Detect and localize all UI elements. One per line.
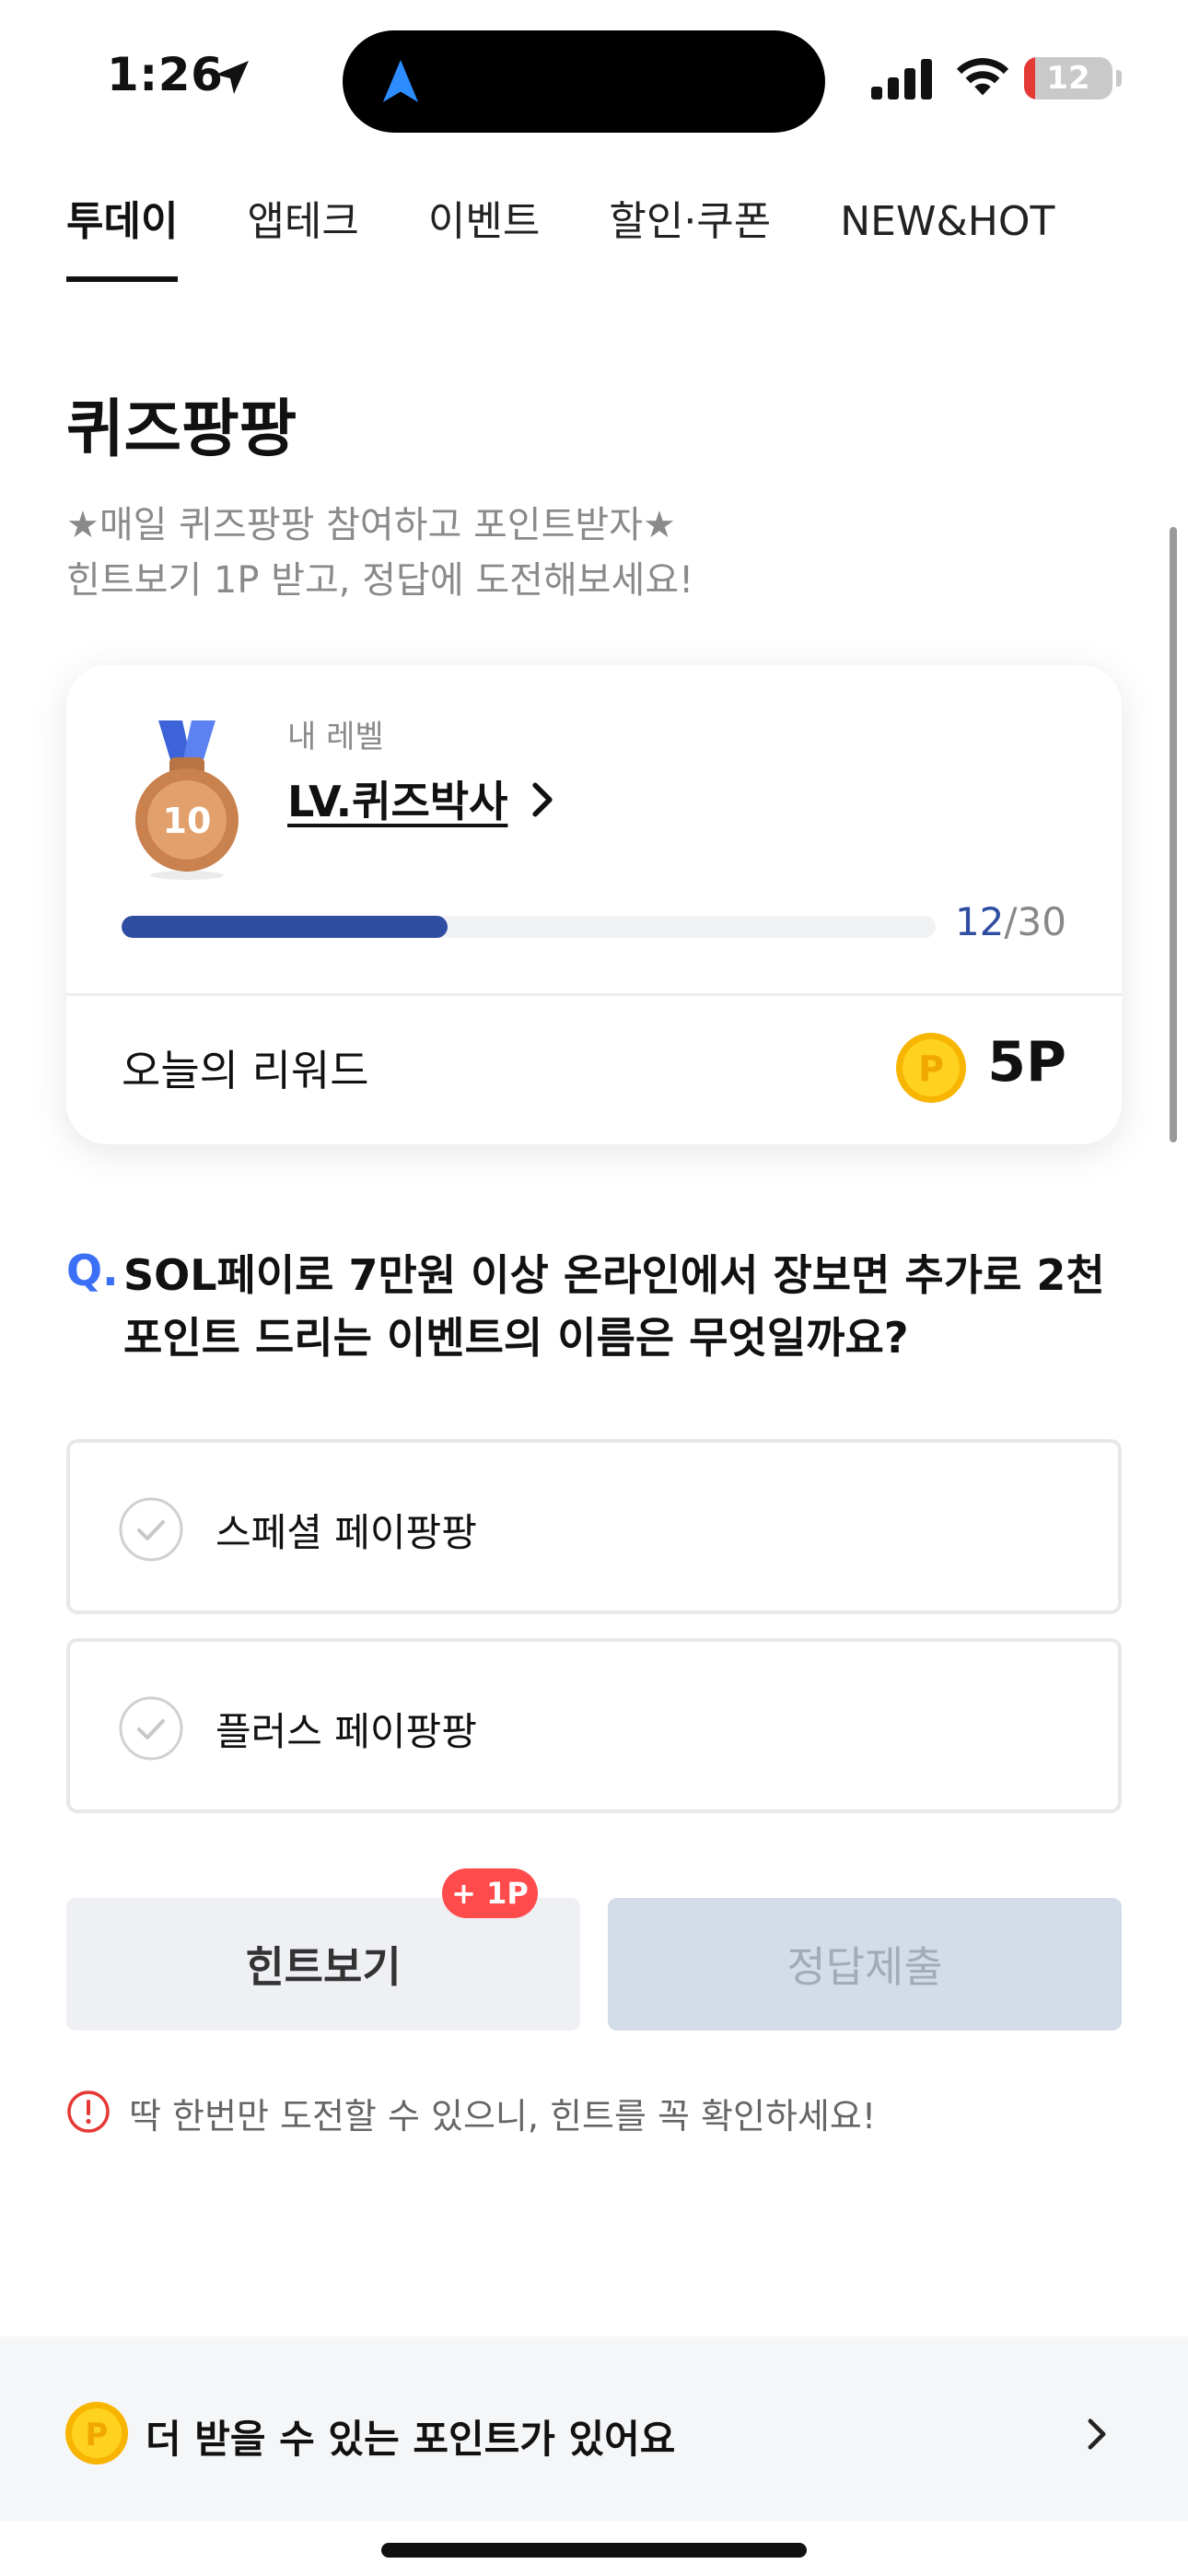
location-arrow-icon: [215, 61, 249, 94]
home-indicator: [381, 2543, 807, 2558]
page-subtitle: ★매일 퀴즈팡팡 참여하고 포인트받자★ 힌트보기 1P 받고, 정답에 도전해…: [66, 498, 693, 608]
wifi-icon: [956, 58, 1009, 96]
battery-icon: 12: [1024, 57, 1112, 100]
coin-icon: P: [896, 1033, 966, 1103]
level-progress-fill: [122, 916, 448, 938]
reward-label: 오늘의 리워드: [122, 1046, 369, 1095]
navigation-icon: [382, 60, 419, 102]
tab-new-hot[interactable]: NEW&HOT: [840, 193, 1054, 282]
level-progress-text: 12/30: [955, 899, 1066, 944]
progress-current: 12: [954, 899, 1005, 944]
submit-answer-button[interactable]: 정답제출: [608, 1898, 1122, 2031]
question-prefix: Q.: [66, 1246, 119, 1295]
battery-level-text: 12: [1046, 60, 1090, 97]
level-caption: 내 레벨: [287, 719, 384, 755]
question-text: SOL페이로 7만원 이상 온라인에서 장보면 추가로 2천 포인트 드리는 이…: [123, 1250, 1105, 1363]
medal-icon: 10: [135, 720, 239, 880]
tab-events[interactable]: 이벤트: [428, 193, 540, 282]
level-card: 10 내 레벨 LV.퀴즈박사 12/30 오늘의 리워드 P 5P: [66, 665, 1122, 1144]
battery-cap: [1116, 70, 1122, 87]
hint-point-badge: + 1P: [442, 1868, 538, 1918]
dynamic-island: [343, 30, 825, 133]
answer-option-label: 플러스 페이팡팡: [215, 1709, 477, 1754]
tab-today[interactable]: 투데이: [66, 193, 179, 282]
card-divider: [66, 993, 1122, 996]
medal-number: 10: [163, 801, 212, 841]
category-tabs: 투데이 앱테크 이벤트 할인·쿠폰 NEW&HOT: [66, 193, 1054, 282]
cellular-signal-icon: [871, 59, 932, 100]
page-title: 퀴즈팡팡: [66, 393, 297, 466]
coin-letter: P: [86, 2417, 109, 2453]
scrollbar[interactable]: [1170, 527, 1177, 1142]
subtitle-line-2: 힌트보기 1P 받고, 정답에 도전해보세요!: [66, 559, 694, 602]
chevron-right-icon: [1088, 2418, 1106, 2450]
subtitle-line-1: ★매일 퀴즈팡팡 참여하고 포인트받자★: [66, 504, 676, 546]
tab-apptech[interactable]: 앱테크: [247, 193, 358, 282]
progress-total: /30: [1004, 899, 1066, 944]
more-points-text: 더 받을 수 있는 포인트가 있어요: [146, 2417, 676, 2462]
answer-option[interactable]: 스페셜 페이팡팡: [66, 1439, 1122, 1614]
exclamation-circle-icon: [67, 2090, 110, 2133]
level-name-link[interactable]: LV.퀴즈박사: [287, 768, 507, 829]
answer-option-label: 스페셜 페이팡팡: [215, 1510, 477, 1555]
chevron-right-icon[interactable]: [527, 779, 558, 820]
warning-text: 딱 한번만 도전할 수 있으니, 힌트를 꼭 확인하세요!: [129, 2096, 877, 2137]
coin-letter: P: [918, 1048, 944, 1089]
more-points-banner[interactable]: P 더 받을 수 있는 포인트가 있어요: [0, 2336, 1188, 2521]
level-progress-bar: [122, 916, 936, 938]
status-bar: 1:26 12: [0, 0, 1188, 157]
tab-discount-coupon[interactable]: 할인·쿠폰: [609, 193, 771, 282]
check-circle-icon: [119, 1497, 183, 1562]
coin-icon: P: [65, 2402, 128, 2465]
check-circle-icon: [119, 1696, 183, 1761]
reward-value: 5P: [987, 1030, 1066, 1095]
answer-option[interactable]: 플러스 페이팡팡: [66, 1638, 1122, 1813]
status-time: 1:26: [107, 48, 224, 101]
